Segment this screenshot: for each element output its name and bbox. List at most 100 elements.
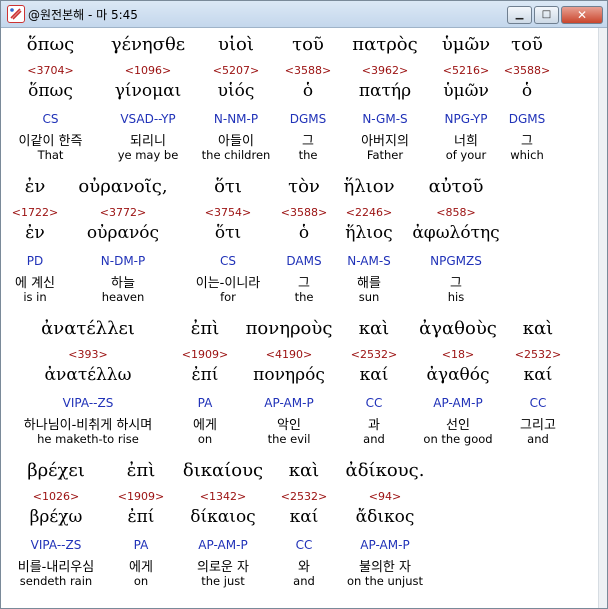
english-gloss: on the good	[423, 432, 493, 446]
english-gloss: the children	[201, 148, 271, 162]
word-cell[interactable]: ὅπως <3704> ὅπως CS 이같이 한즉 That	[1, 30, 100, 170]
word-cell[interactable]: γένησθε <1096> γίνομαι VSAD--YP 되리니 ye m…	[100, 30, 196, 170]
lemma: καί	[359, 365, 389, 385]
word-cell[interactable]: τοῦ <3588> ὁ DGMS 그 the	[276, 30, 340, 170]
korean-gloss: 에게	[193, 418, 217, 433]
lemma: ὑμῶν	[443, 81, 489, 101]
strong-number[interactable]: <1026>	[6, 490, 106, 503]
greek-word: οὐρανοῖς,	[78, 176, 168, 197]
strong-number[interactable]: <1909>	[106, 490, 176, 503]
parsing-code: N-AM-S	[347, 254, 391, 268]
greek-word: τοῦ	[292, 34, 324, 55]
strong-number[interactable]: <18>	[407, 348, 509, 361]
strong-number[interactable]: <94>	[338, 490, 432, 503]
word-cell[interactable]: καὶ <2532> καί CC 과 and	[341, 314, 407, 454]
word-cell[interactable]: αὐτοῦ <858> ἀφωλότης NPGMZS 그 his	[404, 172, 508, 312]
strong-number[interactable]: <1722>	[6, 206, 64, 219]
english-gloss: ye may be	[117, 148, 179, 162]
word-cell[interactable]: ἀδίκους. <94> ἄδικος AP-AM-P 불의한 자 on th…	[338, 456, 432, 596]
word-cell[interactable]: καὶ <2532> καί CC 그리고 and	[509, 314, 567, 454]
lemma: υἱός	[217, 81, 255, 101]
korean-gloss: 그	[521, 134, 533, 149]
word-cell[interactable]: ὑμῶν <5216> ὑμῶν NPG-YP 너희 of your	[430, 30, 502, 170]
app-icon	[7, 5, 25, 23]
word-cell[interactable]: βρέχει <1026> βρέχω VIPA--ZS 비를-내리우심 sen…	[6, 456, 106, 596]
english-gloss: sun	[358, 290, 380, 304]
lemma: ἀνατέλλω	[44, 365, 132, 385]
english-gloss: and	[527, 432, 549, 446]
english-gloss: and	[293, 574, 315, 588]
korean-gloss: 비를-내리우심	[17, 560, 95, 575]
strong-number[interactable]: <3962>	[340, 64, 430, 77]
word-cell[interactable]: ἀγαθοὺς <18> ἀγαθός AP-AM-P 선인 on the go…	[407, 314, 509, 454]
strong-number[interactable]: <3588>	[502, 64, 552, 77]
greek-word: ἀδίκους.	[345, 460, 425, 481]
interlinear-panel[interactable]: ὅπως <3704> ὅπως CS 이같이 한즉 That γένησθε …	[1, 28, 598, 608]
word-cell[interactable]: οὐρανοῖς, <3772> οὐρανός N-DM-P 하늘 heave…	[64, 172, 182, 312]
strong-number[interactable]: <3754>	[182, 206, 274, 219]
strong-number[interactable]: <4190>	[237, 348, 341, 361]
greek-word: τὸν	[288, 176, 320, 197]
word-cell[interactable]: ἐν <1722> ἐν PD 에 계신 is in	[6, 172, 64, 312]
parsing-code: PA	[197, 396, 213, 410]
word-cell[interactable]: τὸν <3588> ὁ DAMS 그 the	[274, 172, 334, 312]
maximize-button[interactable]: □	[534, 6, 559, 24]
parsing-code: PA	[133, 538, 149, 552]
word-cell[interactable]: ἐπὶ <1909> ἐπί PA 에게 on	[106, 456, 176, 596]
word-cell[interactable]: υἱοὶ <5207> υἱός N-NM-P 아들이 the children	[196, 30, 276, 170]
close-button[interactable]: ✕	[561, 6, 603, 24]
strong-number[interactable]: <3704>	[1, 64, 100, 77]
greek-word: δικαίους	[182, 460, 264, 481]
minimize-button[interactable]: ▁	[507, 6, 532, 24]
strong-number[interactable]: <5207>	[196, 64, 276, 77]
korean-gloss: 이같이 한즉	[18, 134, 83, 149]
strong-number[interactable]: <3772>	[64, 206, 182, 219]
word-cell[interactable]: τοῦ <3588> ὁ DGMS 그 which	[502, 30, 552, 170]
korean-gloss: 와	[298, 560, 310, 575]
strong-number[interactable]: <2532>	[509, 348, 567, 361]
greek-word: τοῦ	[511, 34, 543, 55]
english-gloss: the	[298, 148, 318, 162]
greek-word: ἥλιον	[343, 176, 395, 197]
strong-number[interactable]: <1096>	[100, 64, 196, 77]
parsing-code: AP-AM-P	[433, 396, 483, 410]
korean-gloss: 너희	[454, 134, 478, 149]
lemma: ἀφωλότης	[412, 223, 500, 243]
strong-number[interactable]: <2532>	[341, 348, 407, 361]
greek-word: ὑμῶν	[441, 34, 491, 55]
strong-number[interactable]: <5216>	[430, 64, 502, 77]
word-cell[interactable]: ἐπὶ <1909> ἐπί PA 에게 on	[173, 314, 237, 454]
strong-number[interactable]: <393>	[3, 348, 173, 361]
strong-number[interactable]: <858>	[404, 206, 508, 219]
word-cell[interactable]: ἀνατέλλει <393> ἀνατέλλω VIPA--ZS 하나님이-비…	[3, 314, 173, 454]
word-cell[interactable]: ὅτι <3754> ὅτι CS 이는-이니라 for	[182, 172, 274, 312]
word-cell[interactable]: ἥλιον <2246> ἥλιος N-AM-S 해를 sun	[334, 172, 404, 312]
korean-gloss: 그	[302, 134, 314, 149]
vertical-scrollbar[interactable]	[598, 28, 607, 608]
korean-gloss: 그	[298, 276, 310, 291]
parsing-code: CC	[295, 538, 313, 552]
strong-number[interactable]: <2532>	[270, 490, 338, 503]
word-cell[interactable]: δικαίους <1342> δίκαιος AP-AM-P 의로운 자 th…	[176, 456, 270, 596]
parsing-code: DGMS	[289, 112, 327, 126]
strong-number[interactable]: <1342>	[176, 490, 270, 503]
korean-gloss: 그	[450, 276, 462, 291]
word-cell[interactable]: καὶ <2532> καί CC 와 and	[270, 456, 338, 596]
english-gloss: of your	[445, 148, 487, 162]
title-bar[interactable]: @원전본해 - 마 5:45 ▁ □ ✕	[1, 1, 607, 28]
word-cell[interactable]: πατρὸς <3962> πατήρ N-GM-S 아버지의 Father	[340, 30, 430, 170]
parsing-code: VIPA--ZS	[30, 538, 82, 552]
strong-number[interactable]: <2246>	[334, 206, 404, 219]
parsing-code: CC	[365, 396, 383, 410]
english-gloss: sendeth rain	[19, 574, 93, 588]
english-gloss: Father	[366, 148, 404, 162]
word-cell[interactable]: πονηροὺς <4190> πονηρός AP-AM-P 악인 the e…	[237, 314, 341, 454]
lemma: ὁ	[298, 223, 310, 243]
strong-number[interactable]: <3588>	[274, 206, 334, 219]
strong-number[interactable]: <3588>	[276, 64, 340, 77]
lemma: οὐρανός	[86, 223, 160, 243]
korean-gloss: 해를	[357, 276, 381, 291]
parsing-code: CC	[529, 396, 547, 410]
strong-number[interactable]: <1909>	[173, 348, 237, 361]
lemma: πονηρός	[253, 365, 325, 385]
